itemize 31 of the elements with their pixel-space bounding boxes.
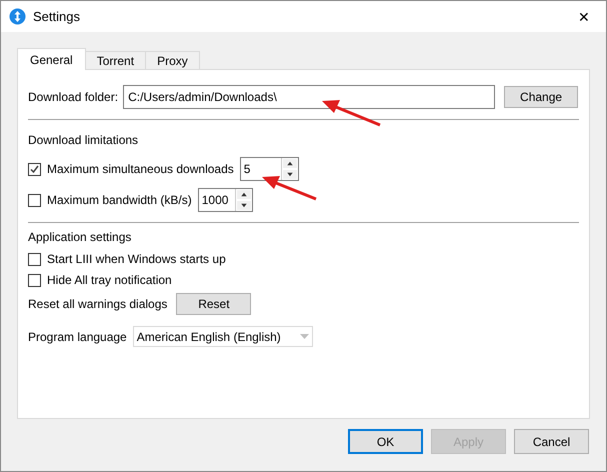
reset-label: Reset all warnings dialogs xyxy=(28,297,168,311)
checkbox[interactable] xyxy=(28,194,41,206)
checkbox-label: Start LIII when Windows starts up xyxy=(47,252,226,266)
change-button[interactable]: Change xyxy=(504,86,578,108)
checkbox[interactable] xyxy=(28,274,41,286)
language-label: Program language xyxy=(28,330,127,344)
reset-button[interactable]: Reset xyxy=(176,293,252,315)
close-button[interactable]: ✕ xyxy=(562,1,606,32)
checkbox[interactable] xyxy=(28,162,41,176)
tab[interactable]: General xyxy=(17,48,86,70)
tab[interactable]: Proxy xyxy=(145,51,200,70)
checkbox-label: Maximum bandwidth (kB/s) xyxy=(47,193,192,207)
app-icon xyxy=(9,8,26,25)
language-dropdown[interactable]: American English (English) xyxy=(132,326,313,347)
spinner-value: 1000 xyxy=(200,192,230,209)
number-spinner[interactable]: 5 xyxy=(240,157,299,181)
annotation-arrow xyxy=(262,176,317,200)
field-label: Download folder: xyxy=(28,90,118,104)
annotation-arrow xyxy=(322,100,381,126)
window-title: Settings xyxy=(33,9,81,24)
number-spinner[interactable]: 1000 xyxy=(198,188,253,212)
dialog-button[interactable]: OK xyxy=(348,429,423,454)
checkbox-label: Maximum simultaneous downloads xyxy=(47,162,234,176)
folder-field[interactable]: C:/Users/admin/Downloads\ xyxy=(123,85,496,109)
section-heading: Download limitations xyxy=(28,133,140,147)
spinner-value: 5 xyxy=(242,161,252,178)
checkbox-label: Hide All tray notification xyxy=(47,273,172,287)
checkbox[interactable] xyxy=(28,252,41,266)
caret-icon xyxy=(300,334,309,339)
section-heading: Application settings xyxy=(28,230,132,244)
dialog-button[interactable]: Cancel xyxy=(514,429,589,454)
